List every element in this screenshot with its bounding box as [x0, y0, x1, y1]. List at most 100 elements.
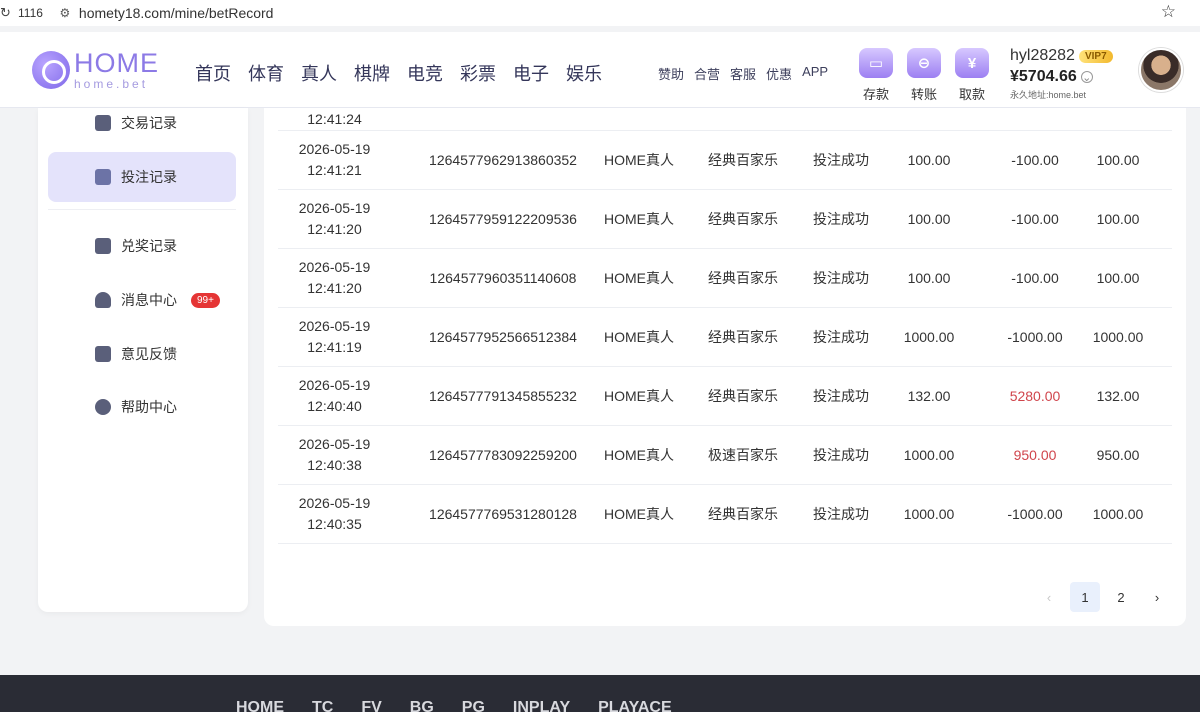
bet-clock-time: 12:40:35 [307, 516, 362, 532]
nav-esports[interactable]: 电竞 [407, 60, 443, 86]
partner-logo: HOME [236, 699, 284, 712]
bet-valid-amount: 1000.00 [1092, 329, 1144, 345]
next-page-button[interactable]: › [1142, 582, 1172, 612]
bet-time: 2026-05-19 12:40:35 [278, 485, 391, 543]
bet-valid-amount: 950.00 [1096, 447, 1140, 463]
footer: HOME TC FV BG PG INPLAY PLAYACE [0, 675, 1200, 712]
bet-time: 2026-05-19 12:41:19 [278, 308, 391, 366]
site-logo[interactable]: HOME home.bet [32, 50, 159, 90]
nav-cards[interactable]: 棋牌 [354, 60, 390, 86]
bet-time: 2026-05-19 12:41:21 [278, 131, 391, 189]
table-row: 12:41:24 [278, 108, 1172, 131]
sidebar-item-bet-records[interactable]: 投注记录 [48, 152, 236, 202]
bet-order-id: 1264577952566512384 [429, 329, 577, 345]
nav-slots[interactable]: 电子 [513, 60, 549, 86]
bet-amount: 100.00 [907, 152, 951, 168]
bet-records-table: 12:41:24 2026-05-19 12:41:21 1264577962913… [278, 108, 1172, 544]
bet-valid-amount: 1000.00 [1092, 506, 1144, 522]
sidebar-item-rewards[interactable]: 兑奖记录 [48, 221, 236, 271]
bulb-icon [95, 399, 111, 415]
sub-nav-promo[interactable]: 优惠 [766, 64, 792, 83]
nav-lottery[interactable]: 彩票 [460, 60, 496, 86]
bet-valid-amount: 100.00 [1096, 211, 1140, 227]
logo-subtitle: home.bet [74, 77, 149, 91]
table-row: 2026-05-19 12:40:40 1264577791345855232 HOM… [278, 367, 1172, 426]
user-info: hyl28282 VIP7 ¥5704.66 ⌄ 永久地址:home.bet [1010, 47, 1113, 101]
logo-mark-icon [32, 51, 70, 89]
sidebar-item-messages[interactable]: 消息中心 99+ [48, 275, 236, 325]
avatar[interactable] [1139, 48, 1183, 92]
partner-logo: PLAYACE [598, 699, 672, 712]
page-2-button[interactable]: 2 [1106, 582, 1136, 612]
url-field[interactable]: homety18.com/mine/betRecord [79, 5, 274, 21]
deposit-button[interactable]: ▭ 存款 [856, 48, 896, 103]
bet-order-id: 1264577962913860352 [429, 152, 577, 168]
sub-nav-sponsor[interactable]: 赞助 [658, 64, 684, 83]
table-row: 2026-05-19 12:41:19 1264577952566512384 HOM… [278, 308, 1172, 367]
bet-time: 2026-05-19 12:41:20 [278, 190, 391, 248]
bet-win-loss: 5280.00 [1009, 388, 1061, 404]
nav-home[interactable]: 首页 [195, 60, 231, 86]
reload-icon[interactable]: ↻ [0, 5, 14, 21]
bet-order-id: 1264577959122209536 [429, 211, 577, 227]
bet-date: 2026-05-19 [298, 377, 371, 393]
sidebar-item-feedback[interactable]: 意见反馈 [48, 329, 236, 379]
bet-amount: 132.00 [907, 388, 951, 404]
partner-logo: INPLAY [512, 699, 571, 712]
bet-date: 2026-05-19 [298, 200, 371, 216]
balance: ¥5704.66 [1010, 68, 1077, 85]
bet-win-loss: -1000.00 [1007, 329, 1063, 345]
bet-platform: HOME真人 [604, 211, 674, 227]
page-1-button[interactable]: 1 [1070, 582, 1100, 612]
wallet-icon [95, 115, 111, 131]
bet-valid-amount: 132.00 [1096, 388, 1140, 404]
bet-win-loss: -1000.00 [1007, 506, 1063, 522]
feedback-icon [95, 346, 111, 362]
account-sidebar: 交易记录 投注记录 兑奖记录 消息中心 99+ 意见反馈 帮助中心 [38, 108, 248, 612]
nav-live[interactable]: 真人 [301, 60, 337, 86]
bet-status: 投注成功 [813, 211, 869, 227]
bet-game: 经典百家乐 [708, 506, 778, 522]
bet-date: 2026-05-19 [298, 495, 371, 511]
nav-entertainment[interactable]: 娱乐 [566, 60, 602, 86]
bet-record-icon [95, 169, 111, 185]
bet-clock-time: 12:41:20 [307, 221, 362, 237]
vip-badge: VIP7 [1078, 49, 1113, 63]
sub-nav: 赞助 合营 客服 优惠 APP [658, 64, 838, 83]
bet-amount: 1000.00 [903, 506, 955, 522]
sidebar-item-help[interactable]: 帮助中心 [48, 382, 236, 432]
site-info-icon[interactable]: ⚙ [57, 6, 73, 20]
refresh-icon[interactable]: ⌄ [1080, 71, 1093, 84]
sidebar-item-transactions[interactable]: 交易记录 [48, 98, 236, 148]
nav-sports[interactable]: 体育 [248, 60, 284, 86]
bet-game: 经典百家乐 [708, 152, 778, 168]
bet-clock-time: 12:40:40 [307, 398, 362, 414]
sub-nav-service[interactable]: 客服 [730, 64, 756, 83]
bet-order-id: 1264577769531280128 [429, 506, 577, 522]
bet-win-loss: 950.00 [1013, 447, 1057, 463]
bet-win-loss: -100.00 [1011, 211, 1059, 227]
bookmark-star-icon[interactable]: ☆ [1161, 2, 1176, 22]
bet-valid-amount: 100.00 [1096, 270, 1140, 286]
bet-status: 投注成功 [813, 506, 869, 522]
transfer-button[interactable]: ⊖ 转账 [904, 48, 944, 103]
withdraw-button[interactable]: ¥ 取款 [952, 48, 992, 103]
username[interactable]: hyl28282 [1010, 47, 1075, 65]
bet-order-id: 1264577783092259200 [429, 447, 577, 463]
bet-platform: HOME真人 [604, 447, 674, 463]
partner-logo: FV [361, 699, 382, 712]
bet-records-panel: 12:41:24 2026-05-19 12:41:21 1264577962913… [264, 108, 1186, 626]
sub-nav-partner[interactable]: 合营 [694, 64, 720, 83]
bet-clock-time: 12:41:20 [307, 280, 362, 296]
table-row: 2026-05-19 12:41:20 1264577959122209536 HOM… [278, 190, 1172, 249]
table-row: 2026-05-19 12:41:21 1264577962913860352 HOM… [278, 131, 1172, 190]
permanent-address: 永久地址:home.bet [1010, 90, 1087, 100]
bet-date: 2026-05-19 [298, 318, 371, 334]
pagination: ‹ 1 2 › [1028, 582, 1172, 612]
prev-page-button[interactable]: ‹ [1034, 582, 1064, 612]
bet-time: 2026-05-19 12:41:20 [278, 249, 391, 307]
bet-time: 2026-05-19 12:40:40 [278, 367, 391, 425]
partner-logo: PG [461, 699, 485, 712]
bet-valid-amount: 100.00 [1096, 152, 1140, 168]
sub-nav-app[interactable]: APP [802, 64, 828, 83]
